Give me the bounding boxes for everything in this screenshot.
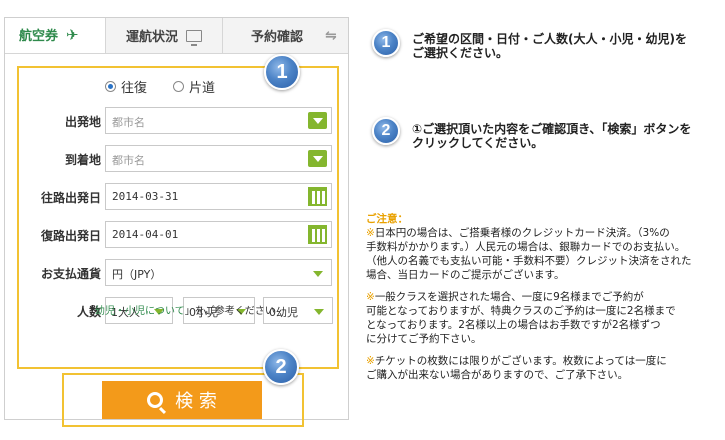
settings-sliders-icon: ⇋ [325,27,337,44]
caution-p1-line1: 日本円の場合は、ご搭乗者様のクレジットカード決済。（3%の [374,227,670,239]
tab-reserve-label: 予約確認 [251,30,304,45]
outbound-date-value: 2014-03-31 [112,190,179,203]
calendar-icon[interactable] [308,187,327,206]
currency-value: 円（JPY） [112,268,162,281]
chevron-down-icon [313,271,323,277]
step-badge-2: 2 [263,349,299,385]
caution-paragraph-3: ※チケットの枚数には限りがございます。枚数によっては一度に ご購入が出来ない場合… [366,354,721,382]
arrival-row: 到着地 都市名 [19,145,337,173]
radio-round-trip[interactable] [105,81,116,92]
trip-type-selector: 往復 片道 [105,77,241,96]
dropdown-arrow-icon[interactable] [308,112,327,129]
caution-p2-line1: 一般クラスを選択された場合、一度に9名様までご予約が [374,291,644,303]
caution-mark: ※ [366,291,375,303]
caution-p1-line3: （他人の名義でも支払い可能・手数料不要）クレジット決済をされた [366,255,692,267]
step-badge-1: 1 [264,54,300,90]
tab-flight[interactable]: 航空券 ✈ [5,18,105,53]
caution-p2-line3: となっております。2名様以上の場合はお手数ですが2名様ずつ [366,319,661,331]
instruction-badge-2: 2 [372,117,400,145]
currency-select[interactable]: 円（JPY） [105,259,332,286]
return-date-label: 復路出発日 [40,229,101,243]
caution-p1-line4: 場合、当日カードのご提示がございます。 [366,269,565,281]
step1-line2: ご選択ください。 [412,46,509,60]
note-open: 「 [85,306,95,317]
caution-p3-line2: ご購入が出来ない場合がありますので、ご了承下さい。 [366,369,629,381]
child-info-link[interactable]: 幼児・小児について [95,306,185,317]
currency-row: お支払通貨 円（JPY） [19,259,337,287]
search-form-area: 往復 片道 出発地 都市名 到着地 都市名 往路出発日 2014-03-31 復… [17,66,339,369]
outbound-date-row: 往路出発日 2014-03-31 [19,183,337,211]
departure-select[interactable]: 都市名 [105,107,332,134]
instruction-step-1: ご希望の区間・日付・ご人数(大人・小児・幼児)を ご選択ください。 [412,32,687,60]
calendar-icon[interactable] [308,225,327,244]
caution-notes: ご注意： ※日本円の場合は、ご搭乗者様のクレジットカード決済。（3%の 手数料が… [366,212,721,390]
departure-row: 出発地 都市名 [19,107,337,135]
caution-p2-line2: 可能となっておりますが、特典クラスのご予約は一度に2名様まで [366,305,676,317]
return-date-input[interactable]: 2014-04-01 [105,221,332,248]
radio-one-way[interactable] [173,81,185,92]
return-date-value: 2014-04-01 [112,228,179,241]
step1-line1: ご希望の区間・日付・ご人数(大人・小児・幼児)を [412,32,687,46]
departure-placeholder: 都市名 [112,116,145,129]
tab-flight-label: 航空券 [19,29,59,44]
return-date-row: 復路出発日 2014-04-01 [19,221,337,249]
tab-flight-status[interactable]: 運航状況 [105,18,223,53]
outbound-date-input[interactable]: 2014-03-31 [105,183,332,210]
airplane-icon: ✈ [66,25,79,44]
caution-title: ご注意： [366,213,408,225]
arrival-select[interactable]: 都市名 [105,145,332,172]
caution-p1-line2: 手数料がかかります。）人民元の場合は、銀聯カードでのお支払い。 [366,241,686,253]
tab-reservation-check[interactable]: 予約確認 ⇋ [223,18,348,53]
caution-p2-line4: に分けてご予約下さい。 [366,333,482,345]
outbound-date-label: 往路出発日 [40,191,101,205]
currency-label: お支払通貨 [40,267,101,281]
round-trip-label: 往復 [121,81,148,96]
tab-bar: 航空券 ✈ 運航状況 予約確認 ⇋ [5,18,348,54]
child-info-note: 「幼児・小児について」をご参考ください [85,302,275,317]
note-rest: 」をご参考ください [184,306,275,317]
search-button-label: 検 索 [175,391,217,412]
caution-mark: ※ [366,355,375,367]
caution-p3-line1: チケットの枚数には限りがございます。枚数によっては一度に [374,355,667,367]
arrival-label: 到着地 [64,153,101,167]
instruction-badge-1: 1 [372,29,400,57]
tab-status-label: 運航状況 [125,30,178,45]
one-way-label: 片道 [189,81,216,96]
instruction-step-2: ①ご選択頂いた内容をご確認頂き、「検索」ボタンを クリックしてください。 [412,122,691,150]
caution-paragraph-2: ※一般クラスを選択された場合、一度に9名様までご予約が 可能となっておりますが、… [366,290,721,346]
caution-paragraph-1: ※日本円の場合は、ご搭乗者様のクレジットカード決済。（3%の 手数料がかかります… [366,226,721,282]
search-button[interactable]: 検 索 [102,381,262,419]
search-icon [147,392,164,408]
departure-label: 出発地 [64,115,101,129]
search-button-highlight: 検 索 [62,373,304,427]
step2-line2: クリックしてください。 [412,136,544,150]
dropdown-arrow-icon[interactable] [308,150,327,167]
caution-mark: ※ [366,227,375,239]
arrival-placeholder: 都市名 [112,154,145,167]
chevron-down-icon [314,309,324,315]
monitor-icon [186,29,202,46]
step2-line1: ①ご選択頂いた内容をご確認頂き、「検索」ボタンを [412,122,692,136]
